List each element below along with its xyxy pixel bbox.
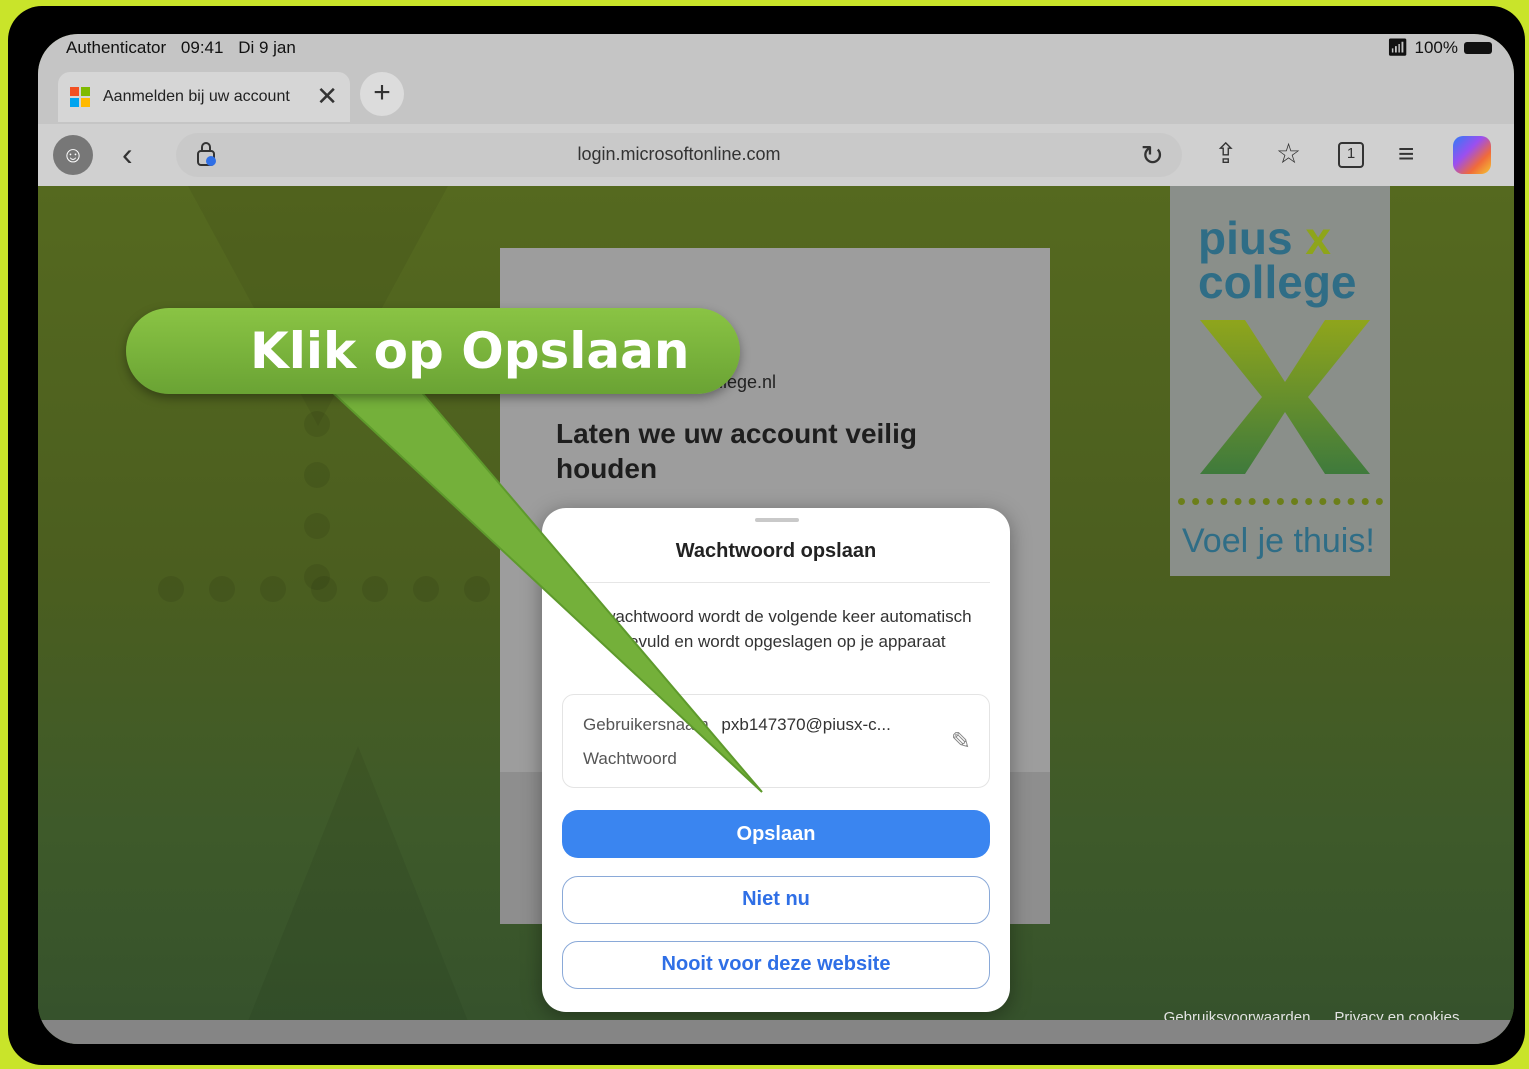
background-shape: [238, 746, 478, 1044]
plus-icon: +: [373, 76, 391, 109]
status-bar: Authenticator 09:41 Di 9 jan 📶︎ 100%: [38, 34, 1514, 68]
address-bar[interactable]: login.microsoftonline.com ↻: [176, 133, 1182, 177]
share-icon[interactable]: ⇪: [1214, 136, 1237, 172]
username-value: pxb147370@piusx-c...: [721, 715, 891, 734]
password-label: Wachtwoord: [583, 749, 677, 768]
divider: [562, 582, 990, 583]
sheet-description: Je wachtwoord wordt de volgende keer aut…: [580, 607, 972, 651]
battery-percentage: 100%: [1414, 38, 1458, 57]
tab-title: Aanmelden bij uw account: [103, 88, 290, 105]
reload-icon[interactable]: ↻: [1141, 139, 1164, 172]
back-icon[interactable]: ‹: [122, 136, 133, 172]
close-icon[interactable]: ✕: [316, 82, 338, 110]
url-text: login.microsoftonline.com: [577, 144, 781, 164]
not-now-button[interactable]: Niet nu: [562, 876, 990, 924]
status-right: 📶︎ 100%: [1387, 38, 1492, 58]
menu-icon[interactable]: ≡: [1398, 136, 1414, 172]
page-heading: Laten we uw account veilig houden: [556, 418, 917, 484]
edit-icon[interactable]: ✎: [951, 727, 971, 756]
save-button[interactable]: Opslaan: [562, 810, 990, 858]
sheet-title: Wachtwoord opslaan: [675, 540, 877, 562]
back-to-app-link[interactable]: Authenticator: [66, 38, 166, 57]
save-password-sheet: Wachtwoord opslaan Je wachtwoord wordt d…: [542, 508, 1010, 1012]
tab-active[interactable]: Aanmelden bij uw account ✕: [58, 72, 350, 122]
sheet-grabber[interactable]: [755, 518, 799, 522]
status-date: Di 9 jan: [238, 38, 296, 57]
ipad-screen: Authenticator 09:41 Di 9 jan 📶︎ 100% Aan…: [38, 34, 1514, 1044]
background-dots: [304, 411, 330, 590]
logo-college: college: [1198, 256, 1357, 308]
new-tab-button[interactable]: +: [360, 72, 404, 116]
browser-toolbar: ☺ ‹ login.microsoftonline.com ↻ ⇪ ☆ 1 ≡: [38, 124, 1514, 186]
credentials-box: Gebruikersnaam pxb147370@piusx-c... Wach…: [562, 694, 990, 788]
status-time: 09:41: [180, 38, 224, 57]
username-row: Gebruikersnaam pxb147370@piusx-c...: [583, 715, 891, 735]
username-label: Gebruikersnaam: [583, 715, 709, 734]
battery-icon: [1464, 42, 1492, 54]
wifi-icon: 📶︎: [1386, 38, 1409, 57]
tabs-icon[interactable]: 1: [1338, 142, 1364, 168]
logo-wordmark: pius x college: [1198, 215, 1357, 305]
microsoft-logo-icon: [70, 87, 90, 107]
copilot-icon[interactable]: [1453, 136, 1491, 174]
background-dots: [158, 576, 490, 602]
logo-tagline: Voel je thuis!: [1182, 522, 1375, 560]
profile-icon[interactable]: ☺: [53, 135, 93, 175]
never-for-site-button[interactable]: Nooit voor deze website: [562, 941, 990, 989]
logo-x-icon: [1200, 320, 1370, 474]
tab-bar: Aanmelden bij uw account ✕ +: [38, 68, 1514, 124]
callout-text: Klik op Opslaan: [250, 322, 690, 380]
status-left: Authenticator 09:41 Di 9 jan: [66, 38, 306, 58]
bottom-bar: [38, 1020, 1514, 1044]
logo-dots: [1178, 498, 1383, 511]
favorite-icon[interactable]: ☆: [1276, 136, 1301, 172]
tutorial-callout: Klik op Opslaan: [126, 308, 740, 394]
school-logo: pius x college Voel je thuis!: [1170, 186, 1390, 576]
